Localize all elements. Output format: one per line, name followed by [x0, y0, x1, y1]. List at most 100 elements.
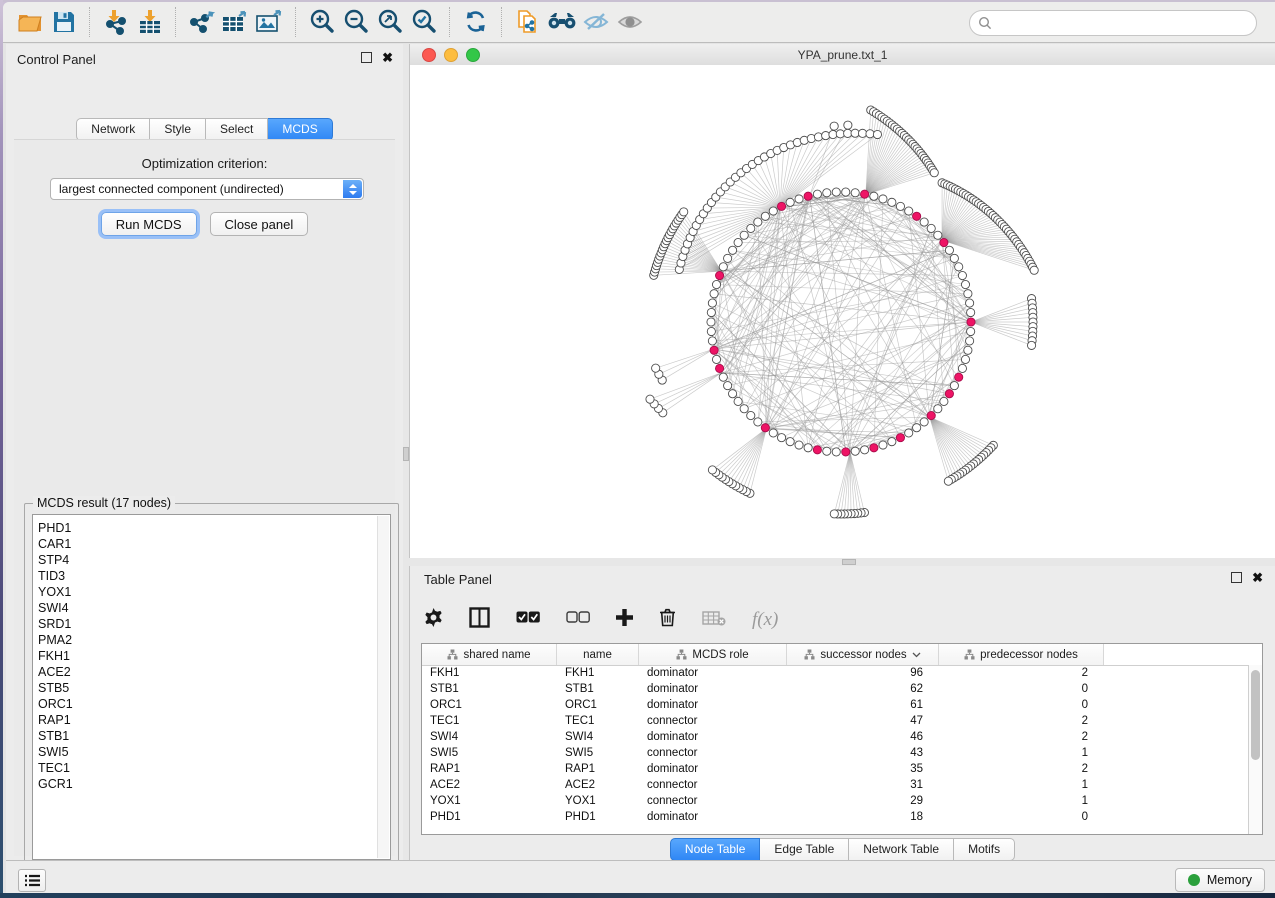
first-neighbors-button[interactable]	[545, 6, 579, 38]
network-node[interactable]	[866, 130, 874, 138]
table-row[interactable]: ACE2ACE2connector311	[422, 777, 1249, 793]
network-node[interactable]	[888, 438, 896, 446]
network-node[interactable]	[710, 290, 718, 298]
close-panel-icon[interactable]: ✖	[1252, 573, 1263, 582]
network-node[interactable]	[950, 382, 958, 390]
zoom-selected-button[interactable]	[407, 6, 441, 38]
column-header-MCDS-role[interactable]: MCDS role	[639, 644, 787, 665]
zoom-fit-button[interactable]	[373, 6, 407, 38]
table-row[interactable]: TEC1TEC1connector472	[422, 713, 1249, 729]
dominator-node[interactable]	[715, 364, 723, 372]
network-node[interactable]	[958, 271, 966, 279]
select-all-columns-button[interactable]	[516, 611, 540, 629]
network-node[interactable]	[966, 299, 974, 307]
new-network-from-selection-button[interactable]	[511, 6, 545, 38]
dominator-node[interactable]	[940, 238, 948, 246]
network-node[interactable]	[804, 444, 812, 452]
mcds-result-item[interactable]: SRD1	[33, 616, 377, 632]
network-node[interactable]	[920, 418, 928, 426]
network-node[interactable]	[830, 122, 838, 130]
network-node[interactable]	[708, 299, 716, 307]
network-node[interactable]	[747, 411, 755, 419]
network-node[interactable]	[734, 238, 742, 246]
tab-node-table[interactable]: Node Table	[670, 838, 761, 861]
network-node[interactable]	[712, 355, 720, 363]
network-node[interactable]	[832, 188, 840, 196]
network-node[interactable]	[950, 254, 958, 262]
close-panel-button[interactable]: Close panel	[210, 212, 309, 236]
network-node[interactable]	[740, 405, 748, 413]
table-row[interactable]: SWI5SWI5connector431	[422, 745, 1249, 761]
table-row[interactable]: YOX1YOX1connector291	[422, 793, 1249, 809]
tab-mcds[interactable]: MCDS	[268, 118, 332, 141]
network-node[interactable]	[707, 308, 715, 316]
dominator-node[interactable]	[804, 192, 812, 200]
list-scrollbar[interactable]	[377, 516, 389, 858]
network-canvas[interactable]	[410, 65, 1275, 558]
mcds-result-item[interactable]: CAR1	[33, 536, 377, 552]
network-node[interactable]	[708, 466, 716, 474]
network-node[interactable]	[728, 246, 736, 254]
network-node[interactable]	[734, 397, 742, 405]
network-node[interactable]	[945, 246, 953, 254]
import-network-button[interactable]	[99, 6, 133, 38]
mcds-result-item[interactable]: PMA2	[33, 632, 377, 648]
float-panel-icon[interactable]	[361, 52, 372, 63]
network-node[interactable]	[913, 424, 921, 432]
dominator-node[interactable]	[927, 411, 935, 419]
horizontal-split-divider[interactable]	[409, 558, 1275, 566]
mcds-result-item[interactable]: ACE2	[33, 664, 377, 680]
network-node[interactable]	[823, 189, 831, 197]
network-node[interactable]	[964, 346, 972, 354]
network-node[interactable]	[905, 429, 913, 437]
network-node[interactable]	[708, 337, 716, 345]
network-node[interactable]	[888, 198, 896, 206]
dominator-node[interactable]	[913, 212, 921, 220]
table-row[interactable]: ORC1ORC1dominator610	[422, 697, 1249, 713]
network-node[interactable]	[873, 130, 881, 138]
network-node[interactable]	[646, 395, 654, 403]
network-node[interactable]	[724, 254, 732, 262]
network-node[interactable]	[955, 263, 963, 271]
network-node[interactable]	[896, 202, 904, 210]
column-header-predecessor-nodes[interactable]: predecessor nodes	[939, 644, 1104, 665]
network-node[interactable]	[769, 429, 777, 437]
mcds-result-item[interactable]: PHD1	[33, 520, 377, 536]
hide-selected-button[interactable]	[579, 6, 613, 38]
mcds-result-item[interactable]: STB5	[33, 680, 377, 696]
network-node[interactable]	[934, 405, 942, 413]
mcds-result-list[interactable]: PHD1CAR1STP4TID3YOX1SWI4SRD1PMA2FKH1ACE2…	[32, 514, 391, 860]
table-row[interactable]: PHD1PHD1dominator180	[422, 809, 1249, 825]
memory-button[interactable]: Memory	[1175, 868, 1265, 892]
network-node[interactable]	[967, 327, 975, 335]
network-node[interactable]	[842, 188, 850, 196]
dominator-node[interactable]	[870, 444, 878, 452]
network-node[interactable]	[851, 129, 859, 137]
network-node[interactable]	[830, 510, 838, 518]
network-node[interactable]	[844, 121, 852, 129]
tab-edge-table[interactable]: Edge Table	[760, 838, 849, 861]
dominator-node[interactable]	[945, 390, 953, 398]
open-file-button[interactable]	[13, 6, 47, 38]
mcds-result-item[interactable]: SWI4	[33, 600, 377, 616]
network-node[interactable]	[786, 438, 794, 446]
network-node[interactable]	[861, 446, 869, 454]
refresh-layout-button[interactable]	[459, 6, 493, 38]
network-node[interactable]	[769, 207, 777, 215]
dominator-node[interactable]	[842, 448, 850, 456]
network-node[interactable]	[944, 477, 952, 485]
network-node[interactable]	[844, 129, 852, 137]
table-row[interactable]: STB1STB1dominator620	[422, 681, 1249, 697]
dominator-node[interactable]	[710, 346, 718, 354]
network-node[interactable]	[728, 390, 736, 398]
zoom-out-button[interactable]	[339, 6, 373, 38]
network-node[interactable]	[754, 418, 762, 426]
network-node[interactable]	[740, 231, 748, 239]
network-node[interactable]	[1030, 266, 1038, 274]
export-table-button[interactable]	[219, 6, 253, 38]
network-node[interactable]	[707, 327, 715, 335]
import-table-button[interactable]	[133, 6, 167, 38]
tab-motifs[interactable]: Motifs	[954, 838, 1015, 861]
mcds-result-item[interactable]: GCR1	[33, 776, 377, 792]
export-image-button[interactable]	[253, 6, 287, 38]
